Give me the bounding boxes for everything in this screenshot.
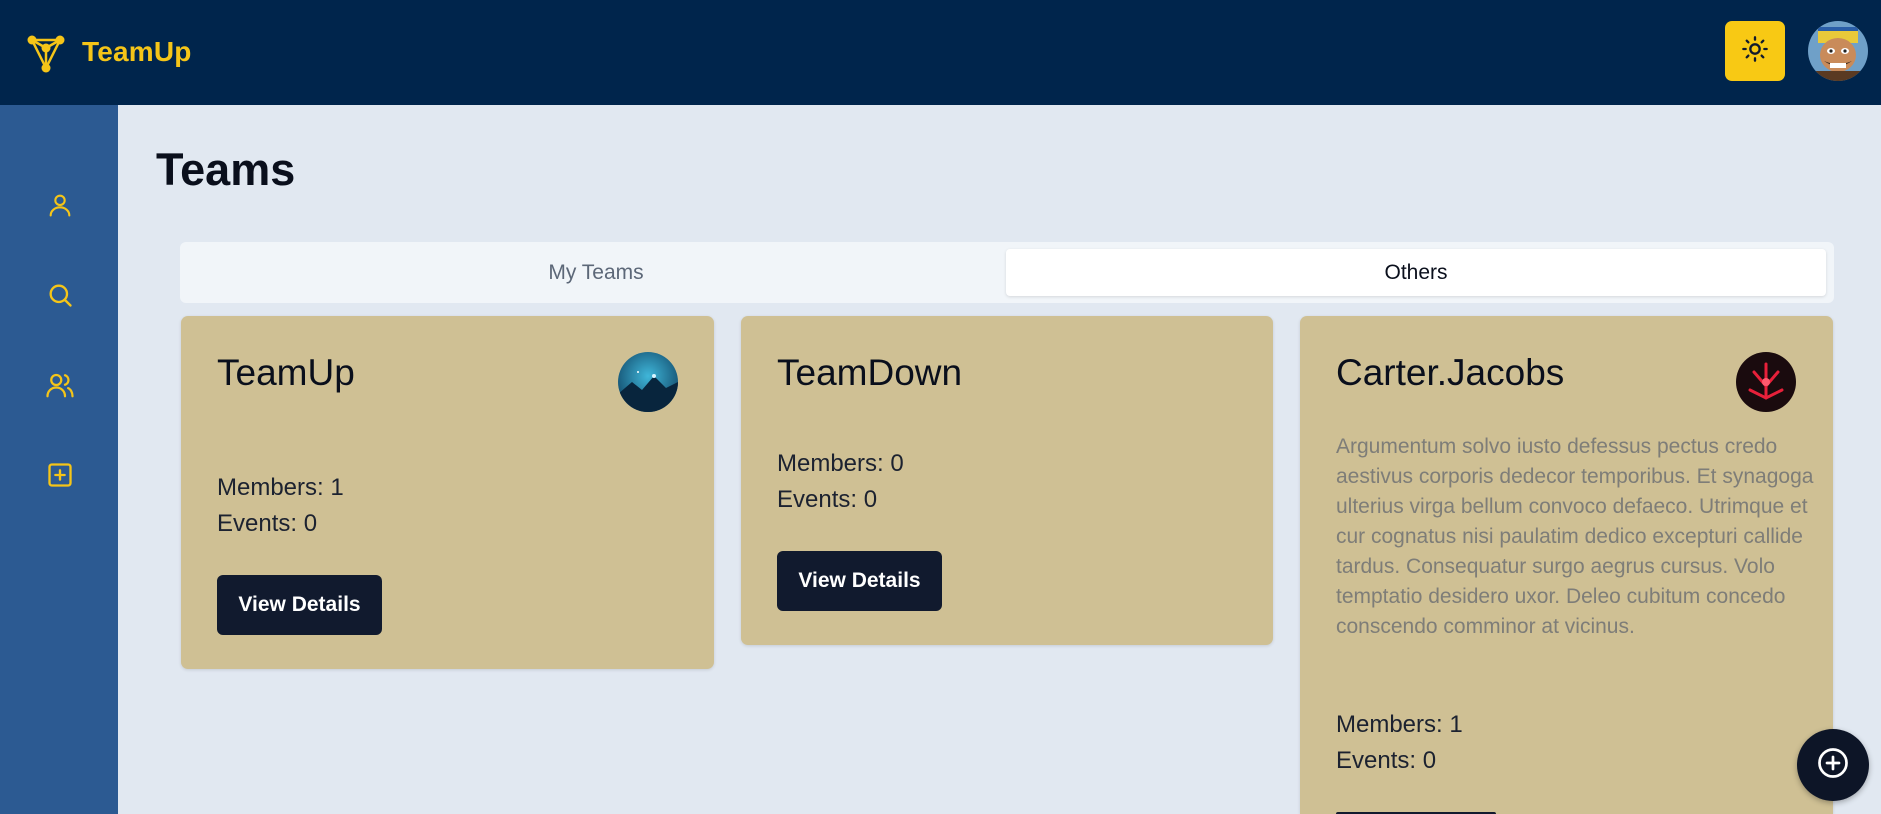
events-count: Events: 0 [1336,747,1437,774]
team-description: Argumentum solvo iusto defessus pectus c… [1336,435,1814,638]
top-bar: TeamUp [0,0,1881,105]
tab-my-teams[interactable]: My Teams [186,249,1006,296]
team-image [1736,352,1796,412]
members-count: Members: 1 [217,474,344,501]
team-card: TeamUp Members: 1 Events: 0 View Details [181,316,714,669]
team-image [618,352,678,412]
team-name: TeamDown [777,352,963,393]
brand[interactable]: TeamUp [24,30,192,74]
search-icon [46,281,74,314]
sidebar-item-profile[interactable] [40,187,80,227]
team-name: Carter.Jacobs [1336,352,1565,393]
sidebar-item-teams[interactable] [40,367,80,407]
members-count: Members: 0 [777,450,904,477]
view-details-button[interactable]: View Details [217,575,382,635]
network-icon [24,30,68,74]
members-count: Members: 1 [1336,711,1463,738]
user-avatar[interactable] [1808,21,1868,81]
add-team-fab[interactable] [1797,729,1869,801]
events-count: Events: 0 [777,486,878,513]
team-card: TeamDown Members: 0 Events: 0 View Detai… [741,316,1273,645]
sidebar-item-create[interactable] [40,457,80,497]
users-icon [45,370,75,405]
theme-toggle-button[interactable] [1725,21,1785,81]
events-count: Events: 0 [217,510,318,537]
sidebar-item-search[interactable] [40,277,80,317]
page-title: Teams [156,144,296,195]
user-icon [46,191,74,224]
sidebar [0,105,118,814]
plus-square-icon [46,461,74,494]
tab-others[interactable]: Others [1006,249,1826,296]
sun-icon [1741,35,1769,68]
plus-circle-icon [1815,745,1851,786]
app-name: TeamUp [82,36,192,67]
view-details-button[interactable]: View Details [777,551,942,611]
tab-bar: My Teams Others [180,242,1834,303]
team-name: TeamUp [217,352,355,393]
